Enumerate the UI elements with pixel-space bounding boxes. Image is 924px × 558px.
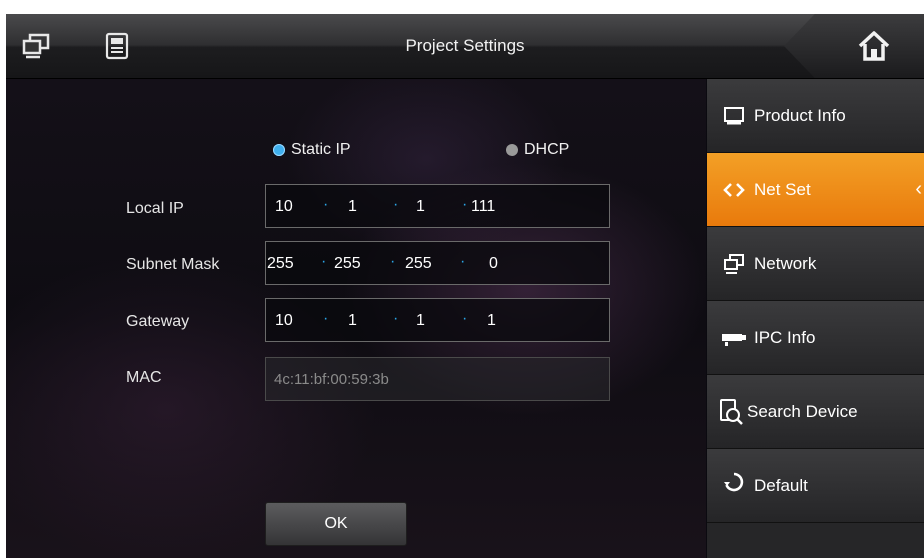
sidebar-item-label: Search Device	[747, 402, 858, 421]
home-shade	[784, 14, 924, 78]
radio-selected-indicator	[273, 144, 285, 156]
home-icon[interactable]	[856, 28, 892, 64]
ip-octet[interactable]: 10	[275, 198, 293, 216]
sidebar: Product Info Net Set ‹ Network IPC Info …	[707, 79, 924, 558]
chevron-left-icon: ‹	[915, 178, 922, 200]
static-ip-label: Static IP	[291, 141, 351, 158]
ip-octet[interactable]: 255	[267, 255, 294, 273]
sidebar-item-default[interactable]: Default	[707, 449, 924, 523]
ip-octet[interactable]: 255	[334, 255, 361, 273]
mac-field: 4c:11:bf:00:59:3b	[265, 357, 610, 401]
dhcp-label: DHCP	[524, 141, 570, 158]
sidebar-item-label: Network	[754, 254, 817, 273]
radio-unselected-indicator	[506, 144, 518, 156]
ip-octet[interactable]: 1	[487, 312, 496, 330]
network-icon	[724, 254, 744, 274]
sidebar-item-label: Net Set	[754, 180, 811, 199]
sidebar-item-label: Product Info	[754, 106, 846, 125]
mac-label: MAC	[126, 369, 162, 386]
camera-icon	[722, 334, 746, 346]
subnet-mask-input[interactable]: 255 · 255 · 255 · 0	[265, 241, 610, 285]
sidebar-item-ipc-info[interactable]: IPC Info	[707, 301, 924, 375]
ip-octet[interactable]: 10	[275, 312, 293, 330]
gateway-label: Gateway	[126, 313, 190, 330]
ip-separator: ·	[462, 196, 468, 213]
ip-separator: ·	[460, 253, 466, 270]
ip-octet[interactable]: 1	[416, 312, 425, 330]
gateway-input[interactable]: 10 · 1 · 1 · 1	[265, 298, 610, 342]
sidebar-item-product-info[interactable]: Product Info	[707, 79, 924, 153]
subnet-mask-label: Subnet Mask	[126, 256, 220, 273]
ip-octet[interactable]: 111	[471, 198, 495, 216]
ip-separator: ·	[321, 253, 327, 270]
ip-octet[interactable]: 0	[489, 255, 498, 273]
ip-separator: ·	[323, 310, 329, 327]
ip-separator: ·	[462, 310, 468, 327]
sidebar-item-net-set[interactable]: Net Set ‹	[707, 153, 924, 227]
recycle-icon	[724, 472, 744, 492]
sidebar-item-search-device[interactable]: Search Device	[707, 375, 924, 449]
search-device-icon	[720, 399, 743, 425]
ip-octet[interactable]: 1	[416, 198, 425, 216]
ip-octet[interactable]: 1	[348, 312, 357, 330]
ip-separator: ·	[393, 196, 399, 213]
local-ip-input[interactable]: 10 · 1 · 1 · 111	[265, 184, 610, 228]
ip-separator: ·	[393, 310, 399, 327]
ip-separator: ·	[323, 196, 329, 213]
ip-separator: ·	[390, 253, 396, 270]
code-brackets-icon	[723, 183, 745, 197]
net-settings-panel: Static IP DHCP Local IP 10 · 1 · 1 · 111…	[6, 79, 706, 558]
ip-octet[interactable]: 1	[348, 198, 357, 216]
local-ip-label: Local IP	[126, 200, 184, 217]
mac-value: 4c:11:bf:00:59:3b	[274, 371, 389, 388]
static-ip-radio[interactable]: Static IP	[273, 141, 351, 159]
dhcp-radio[interactable]: DHCP	[506, 141, 569, 159]
sidebar-item-network[interactable]: Network	[707, 227, 924, 301]
header-bar: Project Settings	[6, 14, 924, 79]
sidebar-item-label: IPC Info	[754, 328, 816, 347]
ok-button[interactable]: OK	[265, 502, 407, 546]
app-frame: Project Settings Static IP DHCP Local IP…	[6, 14, 924, 558]
ip-octet[interactable]: 255	[405, 255, 432, 273]
monitor-icon	[724, 107, 744, 125]
home-area	[784, 14, 924, 78]
sidebar-item-label: Default	[754, 476, 808, 495]
